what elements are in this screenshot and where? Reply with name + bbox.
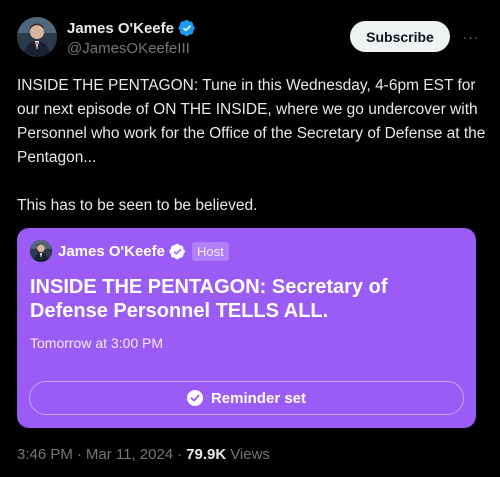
meta-separator: ·	[76, 446, 82, 463]
space-card-header: James O'Keefe Host	[30, 240, 463, 262]
author-avatar[interactable]	[17, 17, 57, 57]
author-display-name[interactable]: James O'Keefe	[67, 20, 174, 37]
views-label: Views	[230, 446, 270, 463]
host-avatar	[30, 240, 52, 262]
reminder-label: Reminder set	[210, 389, 307, 407]
host-avatar-image	[30, 240, 52, 262]
verified-badge-icon	[178, 19, 195, 37]
check-circle-icon	[186, 390, 203, 406]
host-verified-badge-icon	[169, 243, 185, 259]
more-options-icon[interactable]: ···	[457, 21, 485, 52]
host-name: James O'Keefe	[58, 242, 165, 260]
tweet-time[interactable]: 3:46 PM	[17, 446, 73, 463]
author-handle[interactable]: @JamesOKeefeIII	[67, 40, 196, 57]
space-card[interactable]: James O'Keefe Host INSIDE THE PENTAGON: …	[17, 228, 476, 428]
tweet-meta: 3:46 PM · Mar 11, 2024 · 79.9K Views	[17, 446, 270, 463]
host-badge: Host	[191, 241, 229, 261]
tweet-header: James O'Keefe @JamesOKeefeIII Subscribe …	[17, 17, 484, 59]
space-scheduled-time: Tomorrow at 3:00 PM	[30, 335, 164, 351]
space-title: INSIDE THE PENTAGON: Secretary of Defens…	[30, 276, 388, 322]
meta-separator-2: ·	[177, 446, 183, 463]
author-info: James O'Keefe @JamesOKeefeIII	[67, 18, 196, 57]
avatar-image	[17, 17, 57, 57]
tweet-date[interactable]: Mar 11, 2024	[86, 446, 173, 463]
subscribe-button[interactable]: Subscribe	[350, 21, 450, 52]
views-count: 79.9K	[186, 446, 227, 463]
author-name-row: James O'Keefe	[67, 18, 196, 38]
reminder-set-button[interactable]: Reminder set	[29, 381, 464, 415]
tweet-text: INSIDE THE PENTAGON: Tune in this Wednes…	[17, 77, 486, 214]
